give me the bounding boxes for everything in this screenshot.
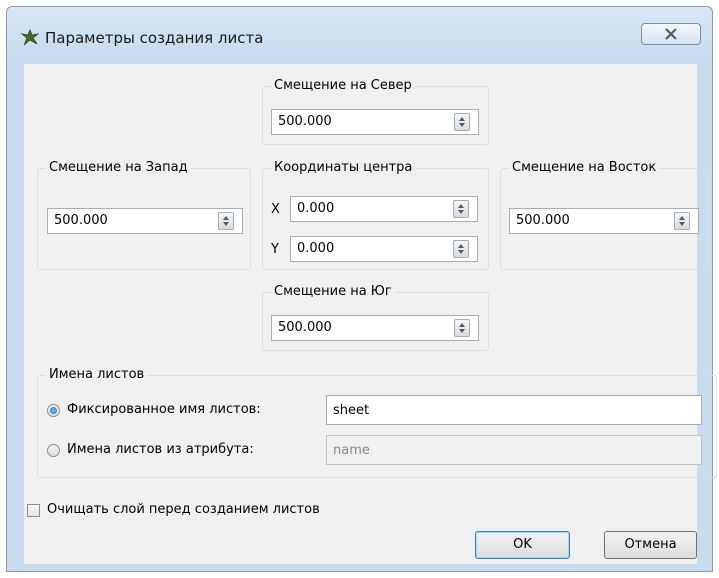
fixed-name-label[interactable]: Фиксированное имя листов: <box>67 402 261 417</box>
title-bar[interactable]: Параметры создания листа <box>7 7 712 63</box>
spin-down-icon[interactable] <box>458 250 464 254</box>
center-y-value: 0.000 <box>297 241 335 256</box>
spin-arrows-icon[interactable] <box>218 212 234 230</box>
close-icon <box>642 24 700 44</box>
north-offset-value: 500.000 <box>278 114 332 129</box>
clear-layer-label[interactable]: Очищать слой перед созданием листов <box>47 502 320 517</box>
spin-up-icon[interactable] <box>459 323 465 327</box>
cancel-button[interactable]: Отмена <box>604 531 697 559</box>
spin-arrows-icon[interactable] <box>674 212 690 230</box>
spin-down-icon[interactable] <box>459 329 465 333</box>
north-offset-label: Смещение на Север <box>271 78 415 93</box>
spin-arrows-icon[interactable] <box>454 113 470 131</box>
x-axis-label: X <box>271 202 280 217</box>
spin-down-icon[interactable] <box>458 210 464 214</box>
center-coordinates-group: Координаты центра X 0.000 Y 0.000 <box>262 160 489 270</box>
attribute-name-radio[interactable] <box>47 444 60 457</box>
south-offset-label: Смещение на Юг <box>271 284 395 299</box>
spin-down-icon[interactable] <box>223 222 229 226</box>
south-offset-value: 500.000 <box>278 320 332 335</box>
east-offset-spinbox[interactable]: 500.000 <box>509 208 699 234</box>
west-offset-spinbox[interactable]: 500.000 <box>47 208 243 234</box>
attribute-name-label[interactable]: Имена листов из атрибута: <box>67 442 254 457</box>
dialog-content: Смещение на Север 500.000 Смещение на За… <box>24 64 717 564</box>
spin-up-icon[interactable] <box>223 216 229 220</box>
east-offset-group: Смещение на Восток 500.000 <box>500 160 708 270</box>
y-axis-label: Y <box>271 242 279 257</box>
spin-arrows-icon[interactable] <box>454 319 470 337</box>
attribute-name-input: name <box>326 435 702 465</box>
spin-up-icon[interactable] <box>458 204 464 208</box>
west-offset-group: Смещение на Запад 500.000 <box>37 160 251 270</box>
dialog-window: Параметры создания листа Смещение на Сев… <box>6 6 717 572</box>
sheet-names-group: Имена листов Фиксированное имя листов: s… <box>37 367 717 478</box>
west-offset-value: 500.000 <box>54 213 108 228</box>
center-y-spinbox[interactable]: 0.000 <box>290 236 478 262</box>
north-offset-spinbox[interactable]: 500.000 <box>271 109 479 135</box>
spin-up-icon[interactable] <box>458 244 464 248</box>
south-offset-spinbox[interactable]: 500.000 <box>271 315 479 341</box>
spin-arrows-icon[interactable] <box>453 240 469 258</box>
leaf-app-icon <box>21 29 39 46</box>
spin-up-icon[interactable] <box>679 216 685 220</box>
clear-layer-checkbox[interactable] <box>27 504 40 517</box>
north-offset-group: Смещение на Север 500.000 <box>262 78 489 145</box>
east-offset-label: Смещение на Восток <box>509 160 660 175</box>
window-title: Параметры создания листа <box>45 29 264 47</box>
spin-arrows-icon[interactable] <box>453 200 469 218</box>
spin-up-icon[interactable] <box>459 117 465 121</box>
center-x-value: 0.000 <box>297 201 335 216</box>
spin-down-icon[interactable] <box>679 222 685 226</box>
ok-button[interactable]: OK <box>475 531 570 559</box>
fixed-name-radio[interactable] <box>47 404 60 417</box>
west-offset-label: Смещение на Запад <box>46 160 191 175</box>
fixed-name-input[interactable]: sheet <box>326 395 702 425</box>
spin-down-icon[interactable] <box>459 123 465 127</box>
sheet-names-label: Имена листов <box>46 367 148 382</box>
center-coordinates-label: Координаты центра <box>271 160 416 175</box>
south-offset-group: Смещение на Юг 500.000 <box>262 284 489 351</box>
center-x-spinbox[interactable]: 0.000 <box>290 196 478 222</box>
east-offset-value: 500.000 <box>516 213 570 228</box>
close-button[interactable] <box>641 23 701 45</box>
